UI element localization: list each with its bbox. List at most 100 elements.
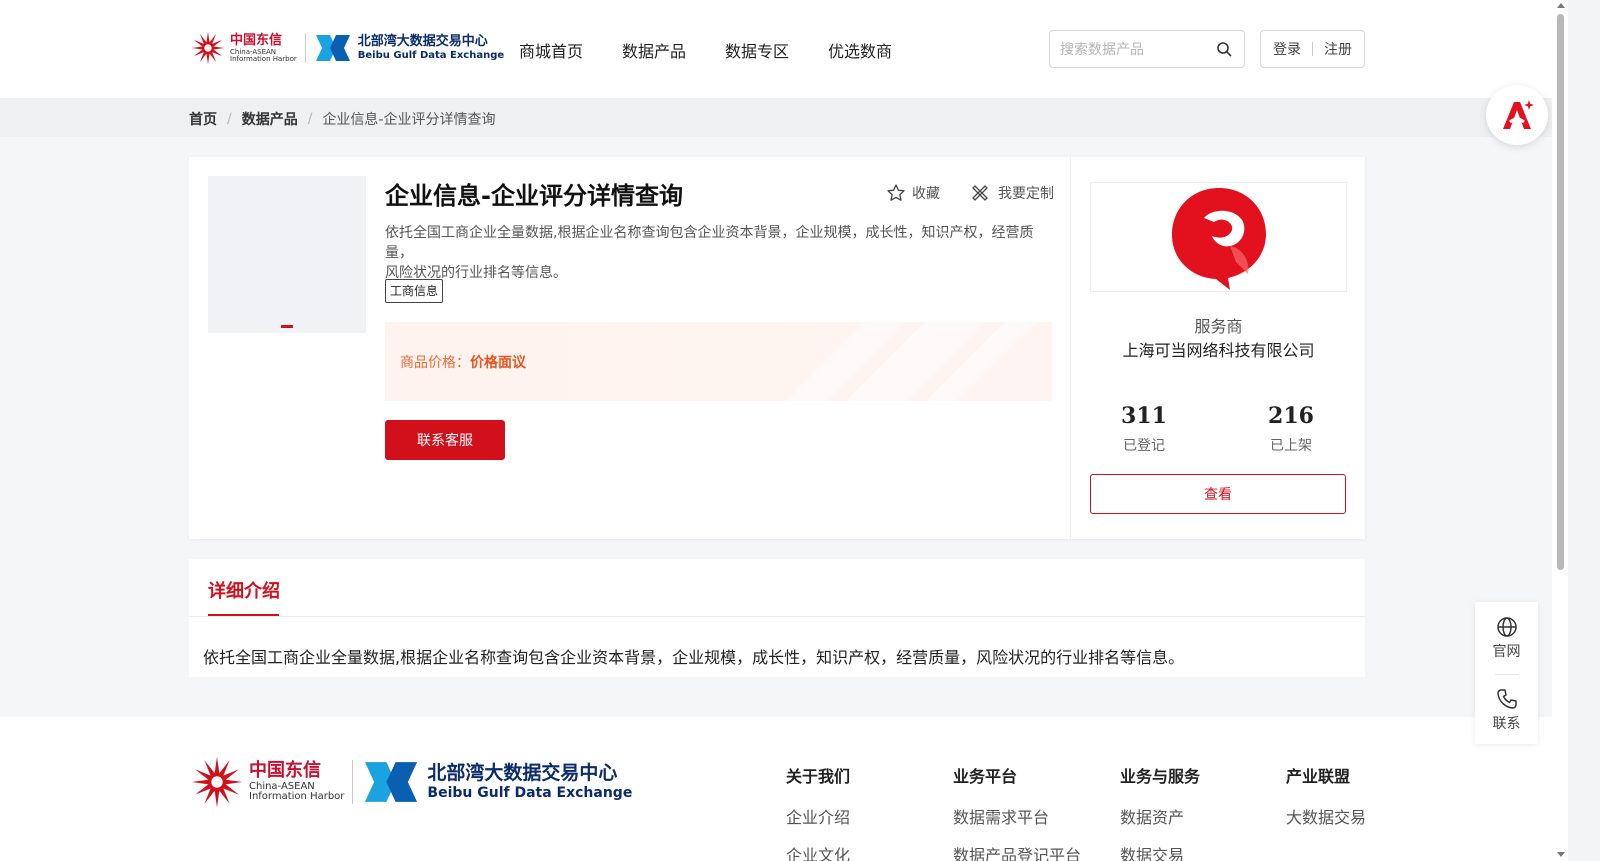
footer-col-services: 业务与服务 数据资产 数据交易: [1120, 763, 1200, 861]
provider-caption: 服务商: [1194, 317, 1243, 336]
side-website-label: 官网: [1492, 644, 1521, 660]
registered-label: 已登记: [1123, 438, 1165, 454]
tools-icon: [972, 185, 988, 201]
breadcrumb-data-products[interactable]: 数据产品: [242, 109, 298, 129]
footer-col-alliance: 产业联盟 大数据交易: [1286, 763, 1366, 828]
carousel-indicator[interactable]: [281, 325, 293, 328]
scroll-up-arrow[interactable]: [1557, 3, 1565, 8]
china-asean-burst-icon: [191, 756, 243, 808]
register-link[interactable]: 注册: [1324, 39, 1352, 59]
window-margin: [1568, 0, 1600, 861]
side-contact-label: 联系: [1492, 716, 1521, 732]
product-description: 依托全国工商企业全量数据,根据企业名称查询包含企业资本背景，企业规模，成长性，知…: [385, 223, 1051, 283]
logo-beibu-text: 北部湾大数据交易中心 Beibu Gulf Data Exchange: [358, 35, 504, 61]
footer-heading: 业务平台: [953, 767, 1018, 786]
footer-col-about: 关于我们 企业介绍 企业文化: [786, 763, 850, 861]
beibu-gulf-x-icon: [365, 762, 418, 802]
site-logo[interactable]: 中国东信 China-ASEAN Information Harbor 北部湾大…: [190, 28, 504, 68]
category-tag[interactable]: 工商信息: [385, 279, 444, 303]
logo-cn-en2: Information Harbor: [230, 54, 297, 63]
footer-logo[interactable]: 中国东信 China-ASEAN Information Harbor 北部湾大…: [189, 754, 632, 810]
side-website-button[interactable]: 官网: [1475, 616, 1538, 661]
assistant-fab[interactable]: [1486, 85, 1548, 145]
provider-logo-icon: [1171, 188, 1266, 290]
globe-icon: [1496, 617, 1517, 637]
footer-link[interactable]: 大数据交易: [1286, 804, 1366, 828]
footer-link[interactable]: 企业文化: [786, 842, 850, 861]
phone-icon: [1496, 689, 1517, 709]
product-image: [208, 176, 366, 333]
footer-logo-cn-en2: Information Harbor: [249, 791, 345, 802]
customize-label: 我要定制: [998, 186, 1054, 202]
china-asean-burst-icon: [191, 31, 225, 65]
provider-name: 上海可当网络科技有限公司: [1122, 341, 1315, 360]
footer-heading: 关于我们: [786, 767, 851, 786]
detail-divider: [189, 616, 1365, 617]
listed-label: 已上架: [1270, 438, 1312, 454]
listed-count: 216: [1268, 403, 1314, 429]
description-line: 依托全国工商企业全量数据,根据企业名称查询包含企业资本背景，企业规模，成长性，知…: [385, 225, 1034, 261]
nav-preferred-merchants[interactable]: 优选数商: [828, 38, 892, 62]
product-title: 企业信息-企业评分详情查询: [385, 182, 683, 210]
beibu-gulf-x-icon: [315, 35, 350, 61]
scrollbar-thumb[interactable]: [1557, 14, 1564, 570]
main-nav: 商城首页 数据产品 数据专区 优选数商: [519, 38, 892, 62]
breadcrumb-home[interactable]: 首页: [189, 109, 217, 129]
breadcrumb: 首页 / 数据产品 / 企业信息-企业评分详情查询: [189, 109, 496, 129]
price-value: 价格面议: [470, 355, 526, 371]
footer-logo-beibu: 北部湾大数据交易中心 Beibu Gulf Data Exchange: [427, 762, 633, 801]
footer-logo-cn-title: 中国东信: [249, 760, 321, 781]
registered-count: 311: [1121, 403, 1167, 429]
footer-link[interactable]: 数据需求平台: [953, 804, 1081, 828]
search-icon[interactable]: [1216, 41, 1232, 57]
listed-stat: 216 已上架: [1251, 403, 1331, 455]
scroll-down-arrow[interactable]: [1557, 852, 1565, 857]
customize-button[interactable]: 我要定制: [970, 183, 1054, 203]
footer-link[interactable]: 企业介绍: [786, 804, 850, 828]
view-provider-button[interactable]: 查看: [1090, 474, 1346, 514]
price-label: 商品价格：价格面议: [400, 352, 526, 372]
logo-beibu-subtitle: Beibu Gulf Data Exchange: [357, 50, 505, 61]
breadcrumb-current: 企业信息-企业评分详情查询: [322, 112, 496, 128]
header: 中国东信 China-ASEAN Information Harbor 北部湾大…: [0, 0, 1568, 98]
breadcrumb-separator: /: [227, 111, 232, 127]
side-contact-button[interactable]: 联系: [1475, 688, 1538, 733]
side-toolbar: 官网 联系: [1475, 602, 1538, 744]
detail-section: 详细介绍 依托全国工商企业全量数据,根据企业名称查询包含企业资本背景，企业规模，…: [189, 559, 1365, 677]
nav-home[interactable]: 商城首页: [519, 38, 583, 62]
page: 中国东信 China-ASEAN Information Harbor 北部湾大…: [0, 0, 1568, 861]
nav-data-zone[interactable]: 数据专区: [725, 38, 789, 62]
auth-box: 登录 注册: [1260, 30, 1365, 68]
provider-logo[interactable]: [1090, 182, 1347, 292]
footer-logo-beibu-subtitle: Beibu Gulf Data Exchange: [427, 785, 633, 801]
favorite-label: 收藏: [912, 186, 940, 202]
footer-logo-divider: [352, 760, 354, 804]
tab-detail[interactable]: 详细介绍: [208, 577, 280, 603]
assistant-a-icon: [1503, 100, 1534, 129]
card-divider: [1070, 157, 1071, 539]
favorite-button[interactable]: 收藏: [886, 183, 940, 203]
nav-data-products[interactable]: 数据产品: [622, 38, 686, 62]
logo-china-asean-text: 中国东信 China-ASEAN Information Harbor: [230, 34, 297, 63]
price-box: 商品价格：价格面议: [385, 322, 1052, 401]
logo-beibu-title: 北部湾大数据交易中心: [357, 34, 488, 49]
description-line: 风险状况的行业排名等信息。: [385, 265, 567, 281]
vertical-scrollbar[interactable]: [1552, 0, 1568, 861]
footer-logo-beibu-title: 北部湾大数据交易中心: [427, 762, 618, 784]
logo-cn-title: 中国东信: [230, 32, 283, 48]
footer-col-platform: 业务平台 数据需求平台 数据产品登记平台: [953, 763, 1081, 861]
search-box: [1049, 30, 1245, 68]
footer: 中国东信 China-ASEAN Information Harbor 北部湾大…: [0, 717, 1568, 861]
search-input[interactable]: [1050, 41, 1210, 57]
footer-link[interactable]: 数据交易: [1120, 842, 1200, 861]
login-link[interactable]: 登录: [1273, 39, 1301, 59]
star-icon: [887, 184, 905, 201]
registered-stat: 311 已登记: [1104, 403, 1184, 455]
price-caption: 商品价格：: [400, 355, 470, 371]
breadcrumb-separator: /: [307, 111, 313, 127]
footer-link[interactable]: 数据资产: [1120, 804, 1200, 828]
footer-link[interactable]: 数据产品登记平台: [953, 842, 1081, 861]
contact-service-button[interactable]: 联系客服: [385, 420, 505, 460]
detail-text: 依托全国工商企业全量数据,根据企业名称查询包含企业资本背景，企业规模，成长性，知…: [203, 648, 1185, 667]
breadcrumb-bar: 首页 / 数据产品 / 企业信息-企业评分详情查询: [0, 98, 1568, 137]
